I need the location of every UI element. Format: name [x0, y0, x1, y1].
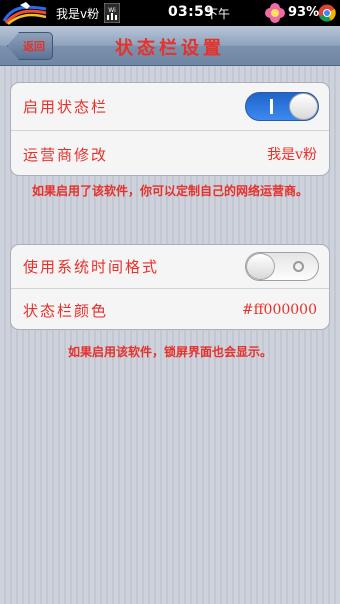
wifi-icon: Wi — [104, 3, 120, 23]
svg-text:Wi: Wi — [108, 7, 116, 14]
enable-status-bar-row: 启用状态栏 — [11, 83, 329, 130]
chrome-icon — [318, 4, 336, 22]
horse-logo-icon — [2, 2, 47, 25]
flower-icon — [265, 3, 285, 23]
toggle-knob — [289, 93, 318, 120]
enable-status-bar-label: 启用状态栏 — [23, 98, 109, 116]
enable-status-bar-toggle[interactable] — [245, 92, 319, 121]
status-bar-color-label: 状态栏颜色 — [23, 301, 109, 320]
carrier-hint-text: 如果启用了该软件，你可以定制自己的网络运营商。 — [31, 184, 308, 198]
status-bar-color-value: #ff000000 — [241, 302, 317, 318]
system-time-format-label: 使用系统时间格式 — [23, 258, 160, 276]
status-bar: 我是v粉 Wi 03:59 下午 93% — [0, 0, 340, 26]
page-title: 状态栏设置 — [115, 38, 225, 59]
toggle-off-mark — [293, 261, 304, 272]
carrier-text: 我是v粉 — [56, 7, 100, 21]
lockscreen-hint-text: 如果启用该软件，锁屏界面也会显示。 — [67, 345, 272, 359]
carrier-edit-row[interactable]: 运营商修改 我是v粉 — [11, 130, 329, 175]
toggle-on-mark — [270, 99, 273, 114]
settings-group-time-color: 使用系统时间格式 状态栏颜色 #ff000000 — [10, 244, 330, 330]
toggle-knob — [246, 253, 275, 280]
navigation-bar: 返回 状态栏设置 — [0, 26, 340, 66]
settings-group-status-bar: 启用状态栏 运营商修改 我是v粉 — [10, 82, 330, 176]
system-time-format-row: 使用系统时间格式 — [11, 245, 329, 288]
status-bar-color-row[interactable]: 状态栏颜色 #ff000000 — [11, 288, 329, 329]
battery-percent: 93% — [288, 5, 320, 20]
system-time-format-toggle[interactable] — [245, 252, 319, 281]
carrier-edit-value: 我是v粉 — [267, 147, 317, 163]
carrier-edit-label: 运营商修改 — [23, 145, 109, 164]
clock-suffix: 下午 — [206, 7, 231, 21]
